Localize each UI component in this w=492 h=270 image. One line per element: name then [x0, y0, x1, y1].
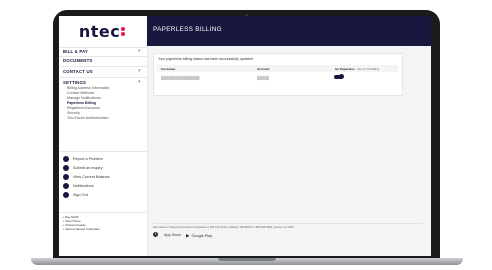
screen: ntec BILL & PAY ˅ DOCUMENTS CONTACT US ˅…	[59, 16, 431, 256]
nav-settings[interactable]: SETTINGS	[63, 80, 86, 85]
laptop-notch	[218, 258, 276, 261]
settings-two-factor[interactable]: Two-Factor Authentication	[67, 116, 109, 120]
wrench-icon	[63, 156, 69, 162]
table-header: Customer Account Go Paperless (As of 7/1…	[157, 65, 398, 72]
logo-mark-icon	[121, 26, 127, 37]
header-bar: PAPERLESS BILLING	[147, 16, 431, 46]
page-title: PAPERLESS BILLING	[153, 26, 222, 33]
column-as-of: (As of 7/1/2021)	[357, 67, 380, 71]
paperless-toggle[interactable]	[334, 74, 344, 79]
settings-security[interactable]: Security	[67, 111, 80, 115]
settings-paperless-billing[interactable]: Paperless Billing	[67, 101, 96, 105]
status-message: Your paperless billing status has been s…	[158, 57, 253, 61]
customer-cell: ████████████████	[161, 76, 200, 80]
chevron-up-icon[interactable]: ˄	[138, 79, 141, 84]
balance-icon	[63, 174, 69, 180]
sidebar: ntec BILL & PAY ˅ DOCUMENTS CONTACT US ˅…	[59, 16, 148, 256]
settings-registered-accounts[interactable]: Registered Accounts	[67, 106, 100, 110]
column-go-paperless: Go Paperless	[335, 67, 355, 71]
action-notifications[interactable]: Notifications	[63, 182, 94, 190]
bell-icon	[63, 183, 69, 189]
action-label: View Current Balance	[73, 175, 110, 179]
action-report-problem[interactable]: Report a Problem	[63, 155, 103, 163]
action-sign-out[interactable]: Sign Out	[63, 191, 88, 199]
action-label: Submit an Inquiry	[73, 166, 103, 170]
chat-icon	[63, 165, 69, 171]
paperless-card: Your paperless billing status has been s…	[153, 53, 403, 96]
action-label: Sign Out	[73, 193, 88, 197]
chevron-down-icon[interactable]: ˅	[138, 48, 141, 53]
chevron-down-icon[interactable]: ˅	[138, 68, 141, 73]
facebook-icon[interactable]: f	[153, 232, 158, 237]
google-play-label: Google Play	[191, 234, 213, 238]
nav-contact-us[interactable]: CONTACT US	[63, 69, 93, 74]
action-view-balance[interactable]: View Current Balance	[63, 173, 110, 181]
toggle-knob	[339, 74, 344, 79]
footer-divider	[153, 223, 423, 224]
google-play-link[interactable]: ▶ Google Play	[186, 233, 212, 239]
settings-contact-methods[interactable]: Contact Methods	[67, 91, 94, 95]
column-account: Account	[257, 67, 270, 71]
nav-documents[interactable]: DOCUMENTS	[63, 58, 93, 63]
app-store-label: App Store	[164, 233, 181, 237]
column-customer: Customer	[161, 67, 176, 71]
logo-text: ntec	[78, 21, 121, 41]
signout-icon	[63, 192, 69, 198]
action-submit-inquiry[interactable]: Submit an Inquiry	[63, 164, 103, 172]
footer-link-speed-calculator[interactable]: • Internet Speed Calculator	[63, 227, 100, 231]
account-cell: █████	[257, 76, 270, 80]
action-label: Report a Problem	[73, 157, 103, 161]
footer-company-info: New Hanover Telecommunications Cooperati…	[153, 226, 294, 229]
settings-notifications[interactable]: Manage Notifications	[67, 96, 101, 100]
nav-bill-pay[interactable]: BILL & PAY	[63, 49, 88, 54]
logo[interactable]: ntec	[59, 16, 147, 46]
play-icon: ▶	[186, 233, 190, 238]
action-label: Notifications	[73, 184, 94, 188]
app-store-link[interactable]: App Store	[162, 233, 181, 237]
settings-billing-address[interactable]: Billing Address Information	[67, 86, 110, 90]
